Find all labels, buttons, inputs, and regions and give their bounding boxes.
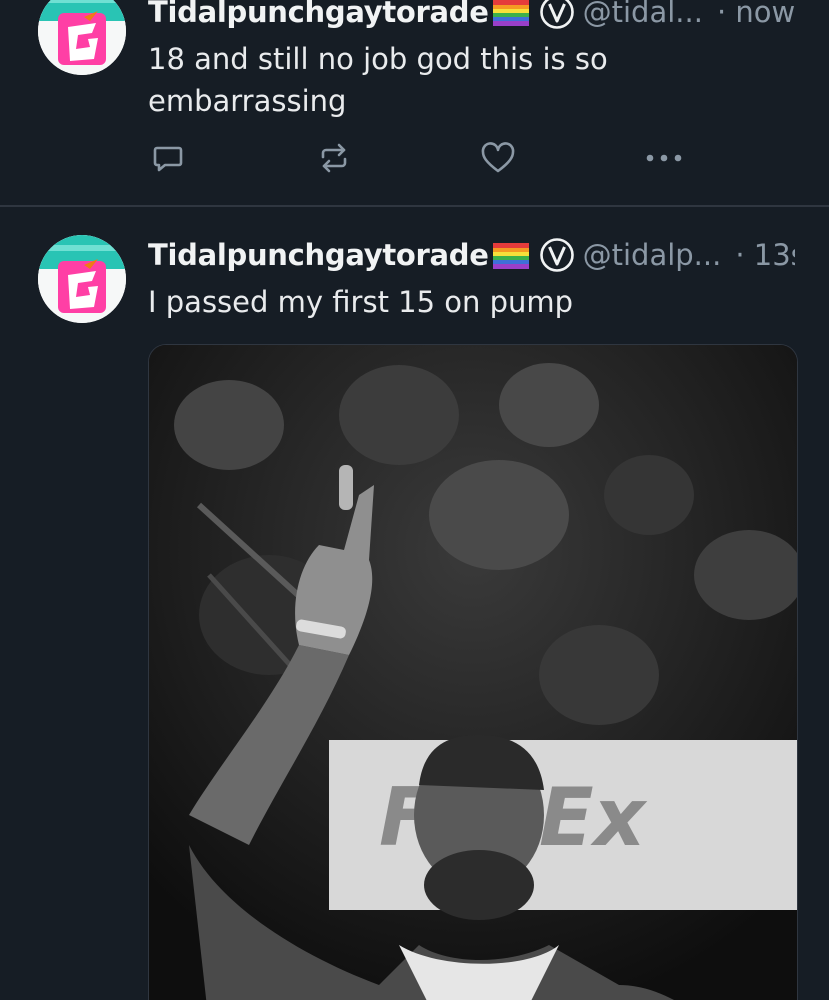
post-media-image[interactable]: FedEx xyxy=(148,344,798,1000)
post-header: Tidalpunchgaytorade @tidal... · now xyxy=(148,0,795,32)
verified-icon xyxy=(539,0,575,30)
repost-button[interactable] xyxy=(314,138,354,178)
handle[interactable]: @tidalp... xyxy=(583,238,722,272)
post-text: 18 and still no job god this is so embar… xyxy=(148,42,608,118)
reply-icon xyxy=(153,146,183,172)
verified-icon xyxy=(539,237,575,273)
heart-icon xyxy=(481,142,515,173)
avatar[interactable] xyxy=(38,235,126,323)
post-header: Tidalpunchgaytorade @tidalp... · 13s xyxy=(148,235,795,275)
display-name[interactable]: Tidalpunchgaytorade xyxy=(148,0,489,29)
handle[interactable]: @tidal... xyxy=(583,0,703,29)
ellipsis-icon xyxy=(646,154,682,162)
post[interactable]: Tidalpunchgaytorade @tidal... · now 18 a… xyxy=(0,0,829,206)
display-name[interactable]: Tidalpunchgaytorade xyxy=(148,238,489,272)
timestamp[interactable]: · 13s xyxy=(721,238,795,272)
post-text: I passed my first 15 on pump xyxy=(148,285,574,319)
repost-icon xyxy=(321,143,347,173)
timeline-feed: Tidalpunchgaytorade @tidal... · now 18 a… xyxy=(0,0,829,1000)
post[interactable]: Tidalpunchgaytorade @tidalp... · 13s xyxy=(0,207,829,1000)
like-button[interactable] xyxy=(478,138,518,178)
avatar[interactable] xyxy=(38,0,126,75)
reply-button[interactable] xyxy=(148,138,188,178)
rainbow-flag-icon xyxy=(492,242,529,269)
timestamp[interactable]: · now xyxy=(703,0,795,29)
post-actions xyxy=(148,138,688,178)
more-options-button[interactable] xyxy=(644,138,684,178)
rainbow-flag-icon xyxy=(492,0,529,26)
